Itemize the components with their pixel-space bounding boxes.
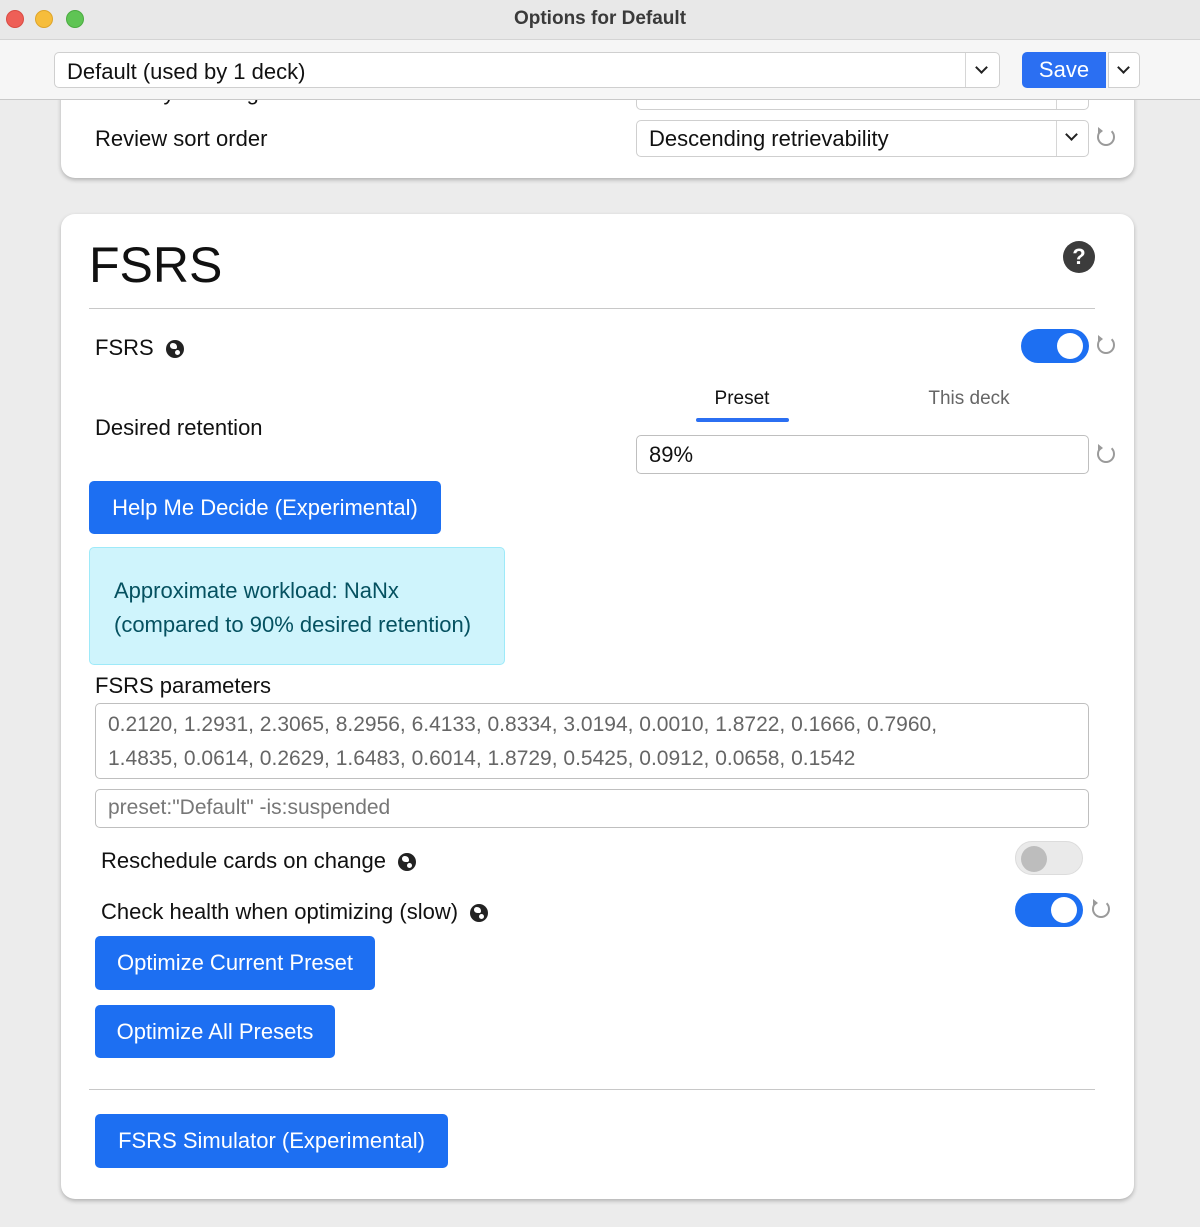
fsrs-simulator-button[interactable]: FSRS Simulator (Experimental): [95, 1114, 448, 1168]
review-sort-select[interactable]: Descending retrievability: [636, 120, 1089, 157]
divider: [89, 308, 1095, 309]
health-check-label: Check health when optimizing (slow): [101, 899, 459, 924]
health-check-row: Check health when optimizing (slow): [101, 899, 489, 925]
revert-icon[interactable]: [1097, 127, 1115, 146]
reschedule-toggle[interactable]: [1015, 841, 1083, 875]
reschedule-row: Reschedule cards on change: [101, 848, 416, 874]
fsrs-toggle-label: FSRS: [95, 335, 154, 360]
desired-retention-value: 89%: [649, 442, 694, 467]
chevron-down-icon: [975, 61, 988, 74]
preset-select[interactable]: Default (used by 1 deck): [54, 52, 1000, 88]
globe-icon[interactable]: [165, 340, 184, 359]
toggle-knob: [1057, 333, 1083, 359]
workload-comparison: (compared to 90% desired retention): [114, 612, 472, 637]
fsrs-card: FSRS ? FSRS Preset This deck Desired ret…: [61, 214, 1134, 1199]
fsrs-parameters-input[interactable]: 0.2120, 1.2931, 2.3065, 8.2956, 6.4133, …: [95, 703, 1089, 779]
parameters-line: 1.4835, 0.0614, 0.2629, 1.6483, 0.6014, …: [108, 747, 856, 770]
preset-select-arrow[interactable]: [965, 53, 999, 87]
desired-retention-input[interactable]: 89%: [636, 435, 1089, 474]
help-icon[interactable]: ?: [1063, 241, 1095, 273]
desired-retention-label: Desired retention: [95, 415, 263, 440]
optimize-all-presets-button[interactable]: Optimize All Presets: [95, 1005, 335, 1058]
revert-icon[interactable]: [1097, 444, 1115, 463]
workload-line: Approximate workload: NaNx: [114, 578, 399, 603]
review-sort-arrow: [1056, 121, 1088, 156]
chevron-down-icon: [1065, 128, 1078, 141]
save-button[interactable]: Save: [1022, 52, 1106, 88]
toggle-knob: [1051, 897, 1077, 923]
review-sort-label: Review sort order: [95, 126, 268, 151]
save-options-button[interactable]: [1108, 52, 1140, 88]
toggle-knob: [1021, 846, 1047, 872]
revert-icon[interactable]: [1097, 335, 1115, 354]
workload-info-box: Approximate workload: NaNx (compared to …: [89, 547, 505, 665]
optimize-current-preset-button[interactable]: Optimize Current Preset: [95, 936, 375, 990]
tab-preset[interactable]: Preset: [696, 388, 788, 410]
tab-this-deck[interactable]: This deck: [909, 388, 1029, 410]
fsrs-parameters-label: FSRS parameters: [95, 673, 272, 698]
preset-select-value: Default (used by 1 deck): [67, 59, 306, 84]
fsrs-toggle[interactable]: [1021, 329, 1089, 363]
section-title: FSRS: [89, 237, 223, 293]
review-sort-value: Descending retrievability: [649, 126, 889, 151]
health-check-toggle[interactable]: [1015, 893, 1083, 927]
optimize-search-input[interactable]: preset:"Default" -is:suspended: [95, 789, 1089, 828]
fsrs-toggle-row: FSRS: [95, 335, 184, 361]
parameters-line: 0.2120, 1.2931, 2.3065, 8.2956, 6.4133, …: [108, 713, 938, 736]
window-title: Options for Default: [513, 8, 687, 29]
chevron-down-icon: [1117, 61, 1130, 74]
globe-icon[interactable]: [470, 904, 489, 923]
help-me-decide-button[interactable]: Help Me Decide (Experimental): [89, 481, 441, 534]
toolbar: Default (used by 1 deck) Save: [0, 40, 1200, 100]
globe-icon[interactable]: [397, 853, 416, 872]
divider: [89, 1089, 1095, 1090]
revert-icon[interactable]: [1092, 899, 1110, 918]
tab-active-indicator: [696, 418, 789, 422]
title-bar: Options for Default: [0, 0, 1200, 40]
reschedule-label: Reschedule cards on change: [101, 848, 386, 873]
